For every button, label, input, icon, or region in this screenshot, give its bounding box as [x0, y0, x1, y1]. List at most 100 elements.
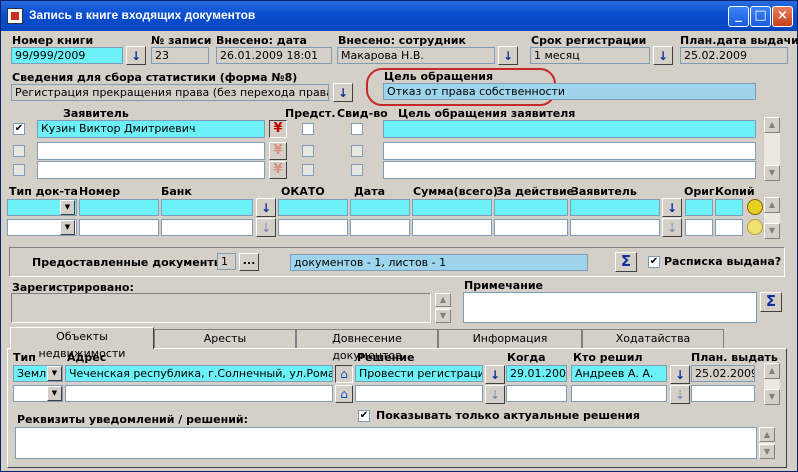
original-field[interactable]: [685, 199, 713, 216]
okato-field[interactable]: [278, 219, 348, 236]
plan-date-field[interactable]: 25.02.2009: [680, 47, 788, 64]
house-icon[interactable]: ⌂: [335, 385, 353, 403]
certificate-checkbox[interactable]: [351, 164, 363, 176]
notices-scrollbar[interactable]: ▲ ▼: [758, 427, 775, 459]
scroll-up-icon[interactable]: ▲: [764, 363, 780, 379]
applicants-scrollbar[interactable]: ▲ ▼: [763, 117, 780, 181]
statistics-dropdown-button[interactable]: ↓: [333, 83, 353, 102]
certificate-checkbox[interactable]: [351, 123, 363, 135]
provided-documents-browse-button[interactable]: ...: [239, 253, 259, 271]
payment-date-field[interactable]: [350, 219, 410, 236]
payment-date-field[interactable]: [350, 199, 410, 216]
sum-documents-button[interactable]: Σ: [615, 252, 637, 272]
scroll-up-icon[interactable]: ▲: [764, 197, 780, 213]
scroll-up-icon[interactable]: ▲: [764, 117, 780, 133]
bank-dropdown-button[interactable]: ⇣: [256, 218, 276, 237]
payment-number-field[interactable]: [79, 219, 159, 236]
only-actual-checkbox[interactable]: ✔: [358, 410, 370, 422]
decision-dropdown-button[interactable]: ⇣: [485, 385, 505, 404]
payer-dropdown-button[interactable]: ↓: [662, 198, 682, 217]
scroll-down-icon[interactable]: ▼: [764, 223, 780, 239]
entry-employee-field[interactable]: Макарова Н.В.: [337, 47, 495, 64]
stamp-icon[interactable]: [747, 199, 763, 215]
scroll-up-icon[interactable]: ▲: [435, 293, 451, 307]
chevron-down-icon[interactable]: ▼: [47, 386, 62, 401]
applicant-purpose-field[interactable]: [383, 142, 756, 160]
certificate-checkbox[interactable]: [351, 145, 363, 157]
decision-field[interactable]: Провести регистрацию: [355, 365, 483, 382]
payment-number-field[interactable]: [79, 199, 159, 216]
representative-checkbox[interactable]: [302, 123, 314, 135]
maximize-button[interactable]: □: [750, 6, 771, 27]
delete-applicant-button[interactable]: ¥: [269, 120, 287, 138]
employee-dropdown-button[interactable]: ↓: [498, 46, 518, 65]
bank-field[interactable]: [161, 199, 253, 216]
scroll-down-icon[interactable]: ▼: [435, 309, 451, 323]
receipt-checkbox[interactable]: ✔: [648, 256, 660, 268]
decided-by-dropdown-button[interactable]: ⇣: [670, 385, 690, 404]
applicant-row-checkbox[interactable]: [13, 164, 25, 176]
applicant-row-checkbox[interactable]: [13, 145, 25, 157]
scroll-down-icon[interactable]: ▼: [759, 444, 775, 459]
payer-dropdown-button[interactable]: ⇣: [662, 218, 682, 237]
record-number-field[interactable]: 23: [151, 47, 209, 64]
decision-field[interactable]: [355, 385, 483, 402]
book-number-dropdown-button[interactable]: ↓: [126, 46, 146, 65]
sum-field[interactable]: [412, 219, 492, 236]
action-sum-field[interactable]: [494, 219, 568, 236]
book-number-field[interactable]: 99/999/2009: [11, 47, 123, 64]
purpose-field[interactable]: Отказ от права собственности: [383, 83, 756, 100]
scroll-down-icon[interactable]: ▼: [764, 389, 780, 405]
chevron-down-icon[interactable]: ▼: [47, 366, 62, 381]
close-button[interactable]: ×: [772, 6, 793, 27]
object-address-field[interactable]: [65, 385, 333, 402]
applicant-row-checkbox[interactable]: ✔: [13, 123, 25, 135]
tab-information[interactable]: Информация: [438, 329, 582, 348]
tab-petitions[interactable]: Ходатайства: [582, 329, 724, 348]
bank-field[interactable]: [161, 219, 253, 236]
registration-term-field[interactable]: 1 месяц: [530, 47, 650, 64]
decided-by-field[interactable]: [571, 385, 667, 402]
payer-field[interactable]: [570, 219, 660, 236]
representative-checkbox[interactable]: [302, 145, 314, 157]
registered-scrollbar[interactable]: ▲ ▼: [434, 293, 451, 323]
statistics-field[interactable]: Регистрация прекращения права (без перех…: [11, 84, 329, 101]
title-bar[interactable]: Запись в книге входящих документов _ □ ×: [1, 1, 797, 31]
object-address-field[interactable]: Чеченская республика, г.Солнечный, ул.Ро…: [65, 365, 333, 382]
stamp-icon[interactable]: [747, 219, 763, 235]
bank-dropdown-button[interactable]: ↓: [256, 198, 276, 217]
applicant-name-field[interactable]: [37, 161, 265, 179]
applicant-name-field[interactable]: Кузин Виктор Дмитриевич: [37, 120, 265, 138]
payer-field[interactable]: [570, 199, 660, 216]
chevron-down-icon[interactable]: ▼: [60, 220, 75, 235]
original-field[interactable]: [685, 219, 713, 236]
plan-issue-field[interactable]: [691, 385, 755, 402]
tab-real-estate-objects[interactable]: Объекты недвижимости: [10, 327, 154, 360]
copies-field[interactable]: [715, 219, 743, 236]
term-dropdown-button[interactable]: ↓: [653, 46, 673, 65]
decided-by-field[interactable]: Андреев А. А.: [571, 365, 667, 382]
applicant-name-field[interactable]: [37, 142, 265, 160]
tab-arrests[interactable]: Аресты: [154, 329, 296, 348]
notices-field[interactable]: [15, 427, 757, 459]
decision-dropdown-button[interactable]: ↓: [485, 365, 505, 384]
decision-date-field[interactable]: [506, 385, 567, 402]
representative-checkbox[interactable]: [302, 164, 314, 176]
payments-scrollbar[interactable]: ▲ ▼: [763, 197, 780, 239]
delete-applicant-button[interactable]: ¥: [269, 142, 287, 160]
scroll-up-icon[interactable]: ▲: [759, 427, 775, 442]
minimize-button[interactable]: _: [728, 6, 749, 27]
note-field[interactable]: [463, 292, 757, 323]
decided-by-dropdown-button[interactable]: ↓: [670, 365, 690, 384]
copies-field[interactable]: [715, 199, 743, 216]
delete-applicant-button[interactable]: ¥: [269, 161, 287, 179]
decision-date-field[interactable]: 29.01.2009: [506, 365, 567, 382]
action-sum-field[interactable]: [494, 199, 568, 216]
scroll-down-icon[interactable]: ▼: [764, 165, 780, 181]
applicant-purpose-field[interactable]: [383, 161, 756, 179]
okato-field[interactable]: [278, 199, 348, 216]
applicant-purpose-field[interactable]: [383, 120, 756, 138]
objects-scrollbar[interactable]: ▲ ▼: [763, 363, 780, 405]
entry-date-field[interactable]: 26.01.2009 18:01: [216, 47, 332, 64]
chevron-down-icon[interactable]: ▼: [60, 200, 75, 215]
